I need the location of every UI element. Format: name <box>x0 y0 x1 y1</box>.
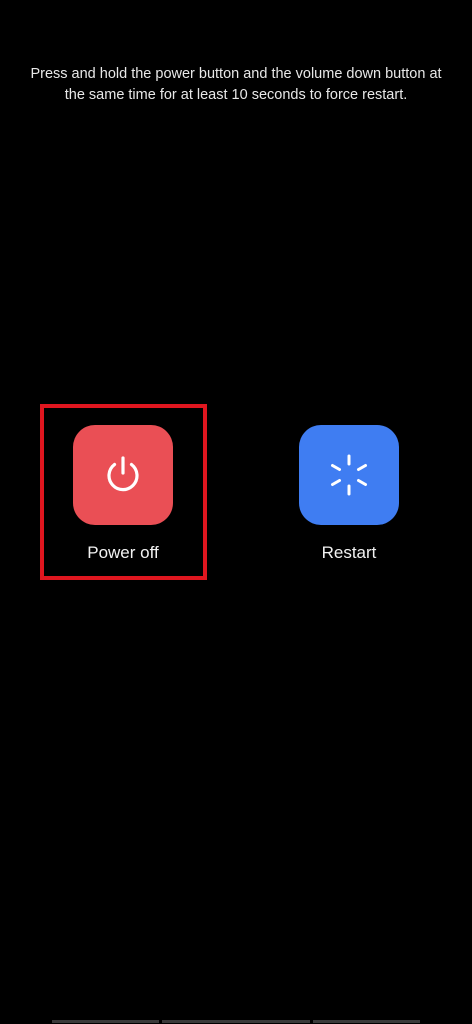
power-icon <box>107 456 139 492</box>
restart-icon <box>331 454 367 496</box>
power-off-button[interactable] <box>73 425 173 525</box>
nav-indicator-center[interactable] <box>162 1020 310 1023</box>
restart-action[interactable]: Restart <box>274 425 424 563</box>
restart-label: Restart <box>321 543 377 562</box>
power-off-action[interactable]: Power off <box>48 425 198 563</box>
nav-indicator-right[interactable] <box>313 1020 420 1023</box>
restart-button[interactable] <box>299 425 399 525</box>
navigation-bar <box>0 1018 472 1024</box>
power-off-label: Power off <box>87 543 159 562</box>
force-restart-instruction: Press and hold the power button and the … <box>30 66 442 103</box>
nav-indicator-left[interactable] <box>52 1020 159 1023</box>
